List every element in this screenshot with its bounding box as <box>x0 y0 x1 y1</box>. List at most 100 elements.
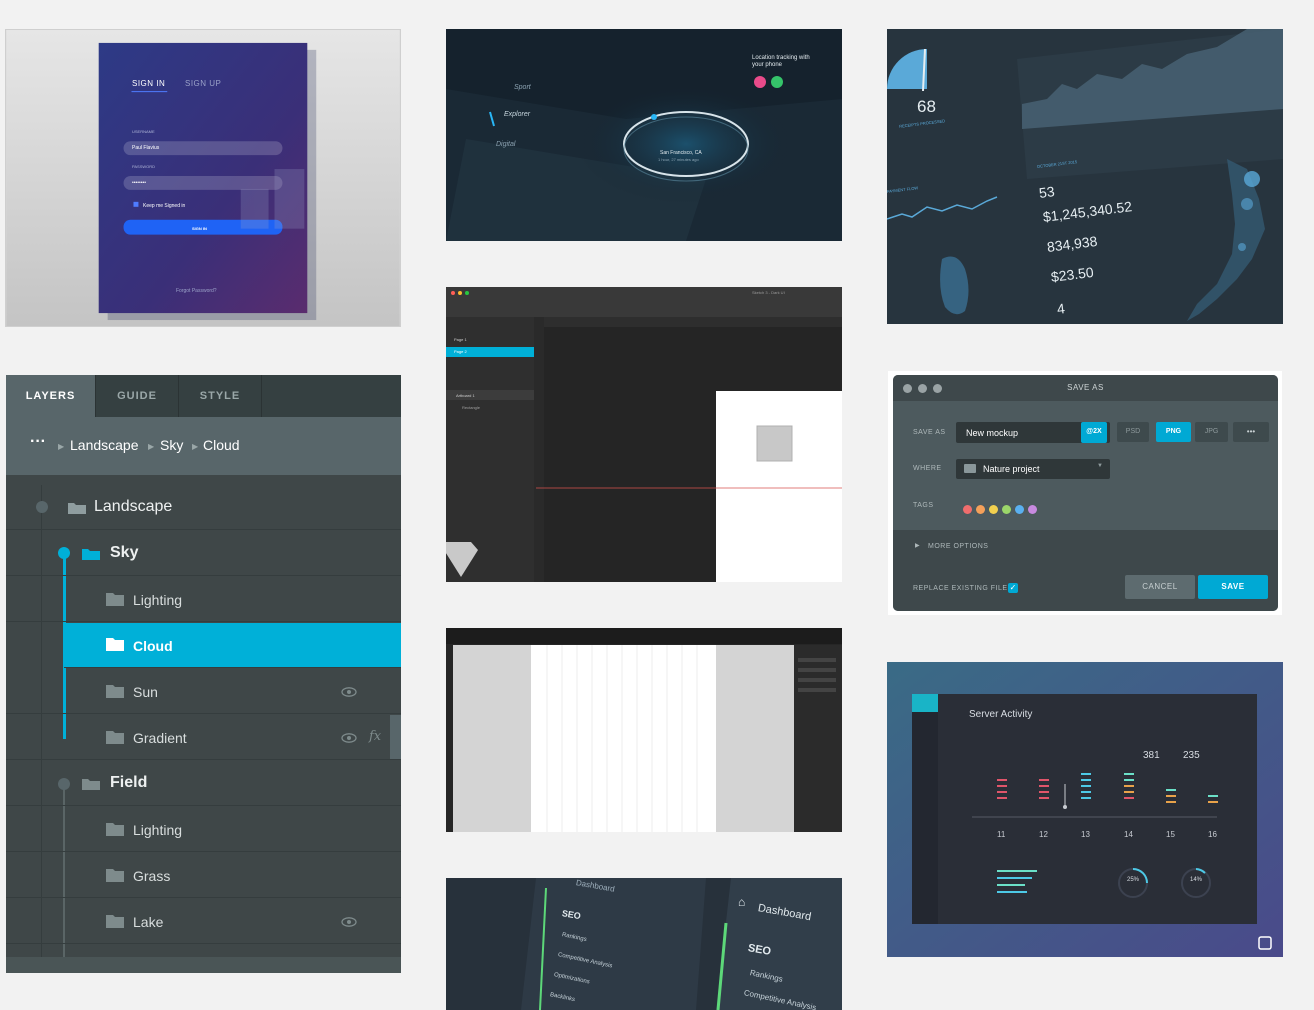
tracking-label: Location tracking with your phone <box>752 55 810 68</box>
eye-icon[interactable] <box>341 687 357 697</box>
folder-open-icon <box>82 779 100 790</box>
collapse-toggle-icon[interactable] <box>58 547 70 559</box>
tag-orange[interactable] <box>976 505 985 514</box>
breadcrumb-separator-icon: ▶ <box>58 442 65 451</box>
server-day-11: 11 <box>997 830 1006 839</box>
tag-green[interactable] <box>1002 505 1011 514</box>
layer-label: Field <box>110 774 148 791</box>
sketch-thumbnail[interactable]: Sketch 3 - Dark UI Page 1 Page 2 Artboar… <box>446 287 842 582</box>
replace-label: REPLACE EXISTING FILE <box>913 585 1008 592</box>
location-label: San Francisco, CA <box>660 150 702 156</box>
sketch-mockup <box>446 287 842 582</box>
expand-toggle-icon[interactable] <box>36 501 48 513</box>
username-label: USERNAME <box>132 129 155 134</box>
layer-label: Cloud <box>133 638 173 654</box>
folder-icon <box>106 823 124 836</box>
stats-thumbnail[interactable]: 68 RECEIPTS PROCESSED OCTOBER 21ST 2015 … <box>887 29 1283 324</box>
layer-row-lighting[interactable]: Lighting <box>6 577 401 622</box>
eye-icon[interactable] <box>341 917 357 927</box>
layer-row-cloud[interactable]: Cloud <box>64 623 401 668</box>
sketch-title: Sketch 3 - Dark UI <box>752 290 785 295</box>
layer-row-field-lighting[interactable]: Lighting <box>6 807 401 852</box>
cancel-button[interactable]: CANCEL <box>1125 575 1195 599</box>
panel-footer <box>6 957 401 973</box>
signin-tab-signup: SIGN UP <box>185 79 222 88</box>
map-item-explorer: Explorer <box>504 111 531 118</box>
eye-icon[interactable] <box>341 733 357 743</box>
format-png[interactable]: PNG <box>1156 422 1191 442</box>
folder-open-icon <box>68 503 86 514</box>
server-ring-2: 14% <box>1190 877 1203 883</box>
tab-layers[interactable]: LAYERS <box>6 375 96 417</box>
server-day-13: 13 <box>1081 830 1090 839</box>
tag-blue[interactable] <box>1015 505 1024 514</box>
tag-yellow[interactable] <box>989 505 998 514</box>
server-title: Server Activity <box>969 709 1033 720</box>
remember-label: Keep me Signed in <box>143 203 186 209</box>
grid-editor-mockup <box>446 628 842 832</box>
save-as-title: SAVE AS <box>1067 383 1104 392</box>
where-value: Nature project <box>983 464 1040 474</box>
server-value-1: 381 <box>1143 750 1160 761</box>
signin-thumbnail[interactable]: SIGN IN SIGN UP USERNAME Paul Flavius PA… <box>5 29 401 327</box>
more-options-toggle[interactable]: MORE OPTIONS <box>928 543 988 550</box>
save-button[interactable]: SAVE <box>1198 575 1268 599</box>
where-select[interactable]: Nature project ▼ <box>956 459 1110 479</box>
grid-editor-thumbnail[interactable] <box>446 628 842 832</box>
layer-row-sun[interactable]: Sun <box>6 669 401 714</box>
server-activity-thumbnail[interactable]: Server Activity 381 235 11 12 13 14 15 1… <box>887 662 1283 957</box>
password-value: •••••••• <box>132 180 147 186</box>
layer-row-sky[interactable]: Sky <box>6 531 401 576</box>
expand-toggle-icon[interactable] <box>58 778 70 790</box>
layer-label: Lighting <box>133 592 183 608</box>
sketch-page-2: Page 2 <box>454 349 467 354</box>
filename-value: New mockup <box>966 428 1019 438</box>
server-day-16: 16 <box>1208 830 1217 839</box>
map-item-sport: Sport <box>514 84 531 91</box>
gauge-value: 68 <box>917 97 936 116</box>
server-ring-1: 25% <box>1127 877 1140 883</box>
home-icon: ⌂ <box>738 895 746 909</box>
layer-row-lake[interactable]: Lake <box>6 899 401 944</box>
breadcrumb-sky[interactable]: Sky <box>160 437 183 453</box>
seo-thumbnail[interactable]: Dashboard SEO Rankings Competitive Analy… <box>446 878 842 1010</box>
server-value-2: 235 <box>1183 750 1200 761</box>
scrollbar-handle[interactable] <box>390 715 401 759</box>
breadcrumb-separator-icon: ▶ <box>192 442 199 451</box>
tag-red[interactable] <box>963 505 972 514</box>
scale-chip[interactable]: @2X <box>1081 422 1107 443</box>
location-thumbnail[interactable]: Sport Explorer Digital Location tracking… <box>446 29 842 241</box>
breadcrumb: ··· ▶ Landscape ▶ Sky ▶ Cloud <box>6 417 401 475</box>
layer-row-grass[interactable]: Grass <box>6 853 401 898</box>
save-as-thumbnail[interactable]: SAVE AS SAVE AS New mockup @2X PSD PNG J… <box>888 371 1282 615</box>
fx-icon[interactable]: fx <box>369 729 381 744</box>
breadcrumb-separator-icon: ▶ <box>148 442 155 451</box>
breadcrumb-landscape[interactable]: Landscape <box>70 437 139 453</box>
tag-purple[interactable] <box>1028 505 1037 514</box>
tab-guide[interactable]: GUIDE <box>96 375 179 417</box>
folder-icon <box>106 731 124 744</box>
format-psd[interactable]: PSD <box>1117 422 1149 442</box>
layer-row-field[interactable]: Field <box>6 761 401 806</box>
replace-checkbox[interactable]: ✓ <box>1008 583 1018 593</box>
breadcrumb-more-button[interactable]: ··· <box>30 433 46 451</box>
disclosure-triangle-icon[interactable]: ▶ <box>915 542 920 549</box>
layer-row-gradient[interactable]: Gradient fx <box>6 715 401 760</box>
more-formats-button[interactable]: ••• <box>1233 422 1269 442</box>
layer-label: Landscape <box>94 498 173 515</box>
signin-button-label: SIGN IN <box>192 226 207 231</box>
breadcrumb-cloud[interactable]: Cloud <box>203 437 240 453</box>
sketch-layer: Rectangle <box>462 405 481 410</box>
tab-style[interactable]: STYLE <box>179 375 262 417</box>
folder-icon <box>106 869 124 882</box>
layer-row-landscape[interactable]: Landscape <box>6 485 401 530</box>
layers-panel: LAYERS GUIDE STYLE ··· ▶ Landscape ▶ Sky… <box>6 375 401 973</box>
server-activity-mockup <box>887 662 1283 957</box>
stat-5: 4 <box>1056 300 1066 317</box>
format-jpg[interactable]: JPG <box>1195 422 1228 442</box>
signin-mockup <box>6 30 400 326</box>
sketch-artboard: Artboard 1 <box>456 393 475 398</box>
layers-tabs: LAYERS GUIDE STYLE <box>6 375 401 417</box>
forgot-link: Forgot Password? <box>176 288 217 294</box>
server-day-12: 12 <box>1039 830 1048 839</box>
